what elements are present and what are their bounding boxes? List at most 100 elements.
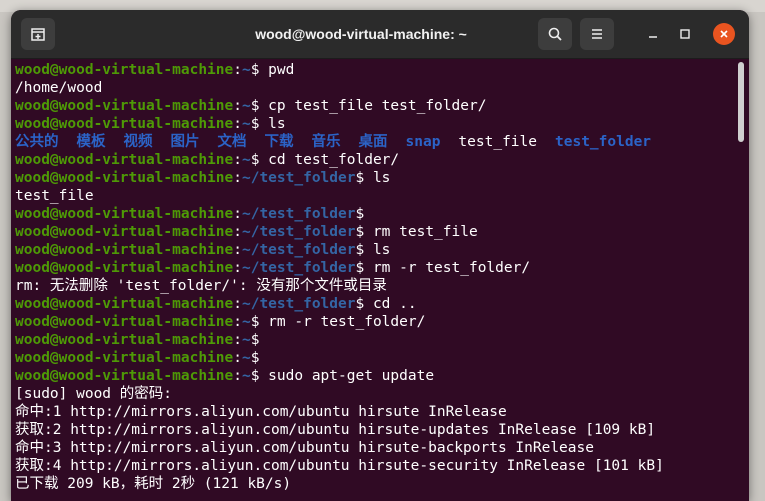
terminal-line: 命中:3 http://mirrors.aliyun.com/ubuntu hi…	[15, 439, 735, 457]
prompt-colon: :	[233, 152, 242, 168]
terminal-line: wood@wood-virtual-machine:~/test_folder$…	[15, 223, 735, 241]
prompt-user: wood@wood-virtual-machine	[15, 206, 234, 222]
close-button[interactable]	[713, 23, 735, 45]
scrollbar[interactable]	[737, 62, 745, 501]
ls-directory: snap	[405, 134, 441, 150]
terminal-line: test_file	[15, 187, 735, 205]
output-text: /home/wood	[15, 80, 103, 96]
prompt-colon: :	[233, 296, 242, 312]
terminal-line: rm: 无法删除 'test_folder/': 没有那个文件或目录	[15, 277, 735, 295]
prompt-colon: :	[233, 368, 242, 384]
terminal-line: wood@wood-virtual-machine:~$ cp test_fil…	[15, 97, 735, 115]
command-text: sudo apt-get update	[259, 368, 435, 384]
command-text: pwd	[259, 62, 295, 78]
ls-directory: 图片	[170, 134, 200, 150]
command-text: rm -r test_folder/	[259, 314, 426, 330]
prompt-path: ~/test_folder	[241, 206, 356, 222]
prompt-path: ~/test_folder	[241, 170, 356, 186]
prompt-path: ~	[241, 62, 251, 78]
prompt-path: ~	[241, 350, 251, 366]
close-icon	[720, 30, 728, 38]
prompt-symbol: $	[355, 260, 365, 276]
new-tab-button[interactable]	[21, 18, 55, 50]
command-text: cp test_file test_folder/	[259, 98, 487, 114]
output-text: 已下载 209 kB，耗时 2秒 (121 kB/s)	[15, 476, 292, 492]
terminal-window: wood@wood-virtual-machine: ~ wood@wood-v…	[11, 10, 749, 501]
prompt-path: ~	[241, 98, 251, 114]
prompt-user: wood@wood-virtual-machine	[15, 242, 234, 258]
minimize-button[interactable]	[642, 23, 664, 45]
output-text: test_file	[15, 188, 94, 204]
terminal-line: wood@wood-virtual-machine:~$ pwd	[15, 61, 735, 79]
prompt-colon: :	[233, 224, 242, 240]
menu-button[interactable]	[580, 18, 614, 50]
terminal-line: wood@wood-virtual-machine:~$ cd test_fol…	[15, 151, 735, 169]
ls-directory: 下载	[264, 134, 294, 150]
ls-directory: 文档	[217, 134, 247, 150]
prompt-path: ~	[241, 314, 251, 330]
window-title: wood@wood-virtual-machine: ~	[255, 26, 467, 42]
terminal-line: wood@wood-virtual-machine:~/test_folder$…	[15, 295, 735, 313]
output-text: 命中:3 http://mirrors.aliyun.com/ubuntu hi…	[15, 440, 594, 456]
output-text: 获取:4 http://mirrors.aliyun.com/ubuntu hi…	[15, 458, 664, 474]
prompt-user: wood@wood-virtual-machine	[15, 332, 234, 348]
title-bar[interactable]: wood@wood-virtual-machine: ~	[11, 10, 749, 59]
output-text: 命中:1 http://mirrors.aliyun.com/ubuntu hi…	[15, 404, 507, 420]
output-text: 获取:2 http://mirrors.aliyun.com/ubuntu hi…	[15, 422, 656, 438]
hamburger-menu-icon	[592, 29, 602, 39]
new-tab-icon	[31, 28, 45, 41]
prompt-colon: :	[233, 62, 242, 78]
ls-directory: 音乐	[311, 134, 341, 150]
prompt-user: wood@wood-virtual-machine	[15, 116, 234, 132]
prompt-path: ~	[241, 368, 251, 384]
search-button[interactable]	[538, 18, 572, 50]
ls-directory: 模板	[76, 134, 106, 150]
prompt-path: ~/test_folder	[241, 224, 356, 240]
prompt-user: wood@wood-virtual-machine	[15, 98, 234, 114]
terminal-line: wood@wood-virtual-machine:~/test_folder$	[15, 205, 735, 223]
prompt-user: wood@wood-virtual-machine	[15, 350, 234, 366]
prompt-user: wood@wood-virtual-machine	[15, 260, 234, 276]
prompt-colon: :	[233, 116, 242, 132]
terminal-line: wood@wood-virtual-machine:~/test_folder$…	[15, 241, 735, 259]
prompt-symbol: $	[250, 332, 260, 348]
command-text: rm test_file	[364, 224, 478, 240]
prompt-user: wood@wood-virtual-machine	[15, 296, 234, 312]
prompt-user: wood@wood-virtual-machine	[15, 170, 234, 186]
command-text: rm -r test_folder/	[364, 260, 531, 276]
output-text: rm: 无法删除 'test_folder/': 没有那个文件或目录	[15, 278, 387, 294]
terminal-line: wood@wood-virtual-machine:~$ ls	[15, 115, 735, 133]
terminal-line: 公共的 模板 视频 图片 文档 下载 音乐 桌面 snap test_file test_folde…	[15, 133, 735, 151]
prompt-symbol: $	[355, 242, 365, 258]
ls-file: test_file	[458, 134, 537, 150]
prompt-user: wood@wood-virtual-machine	[15, 224, 234, 240]
prompt-user: wood@wood-virtual-machine	[15, 368, 234, 384]
prompt-colon: :	[233, 98, 242, 114]
ls-directory: 桌面	[358, 134, 388, 150]
prompt-symbol: $	[355, 206, 365, 222]
prompt-symbol: $	[355, 224, 365, 240]
prompt-colon: :	[233, 314, 242, 330]
terminal-line: wood@wood-virtual-machine:~/test_folder$…	[15, 169, 735, 187]
command-text: ls	[364, 170, 391, 186]
prompt-path: ~/test_folder	[241, 260, 356, 276]
prompt-symbol: $	[355, 296, 365, 312]
terminal-line: wood@wood-virtual-machine:~$ rm -r test_…	[15, 313, 735, 331]
prompt-path: ~	[241, 116, 251, 132]
terminal-line: wood@wood-virtual-machine:~$	[15, 331, 735, 349]
prompt-colon: :	[233, 242, 242, 258]
prompt-colon: :	[233, 350, 242, 366]
command-text: ls	[364, 242, 391, 258]
search-icon	[548, 27, 562, 41]
scrollbar-thumb[interactable]	[738, 62, 744, 142]
terminal-line: 获取:4 http://mirrors.aliyun.com/ubuntu hi…	[15, 457, 735, 475]
maximize-icon	[680, 29, 690, 39]
maximize-button[interactable]	[674, 23, 696, 45]
prompt-symbol: $	[355, 170, 365, 186]
command-text: cd test_folder/	[259, 152, 400, 168]
terminal-line: 命中:1 http://mirrors.aliyun.com/ubuntu hi…	[15, 403, 735, 421]
prompt-path: ~	[241, 152, 251, 168]
prompt-user: wood@wood-virtual-machine	[15, 62, 234, 78]
terminal-output[interactable]: wood@wood-virtual-machine:~$ pwd/home/wo…	[11, 59, 735, 501]
prompt-path: ~/test_folder	[241, 296, 356, 312]
